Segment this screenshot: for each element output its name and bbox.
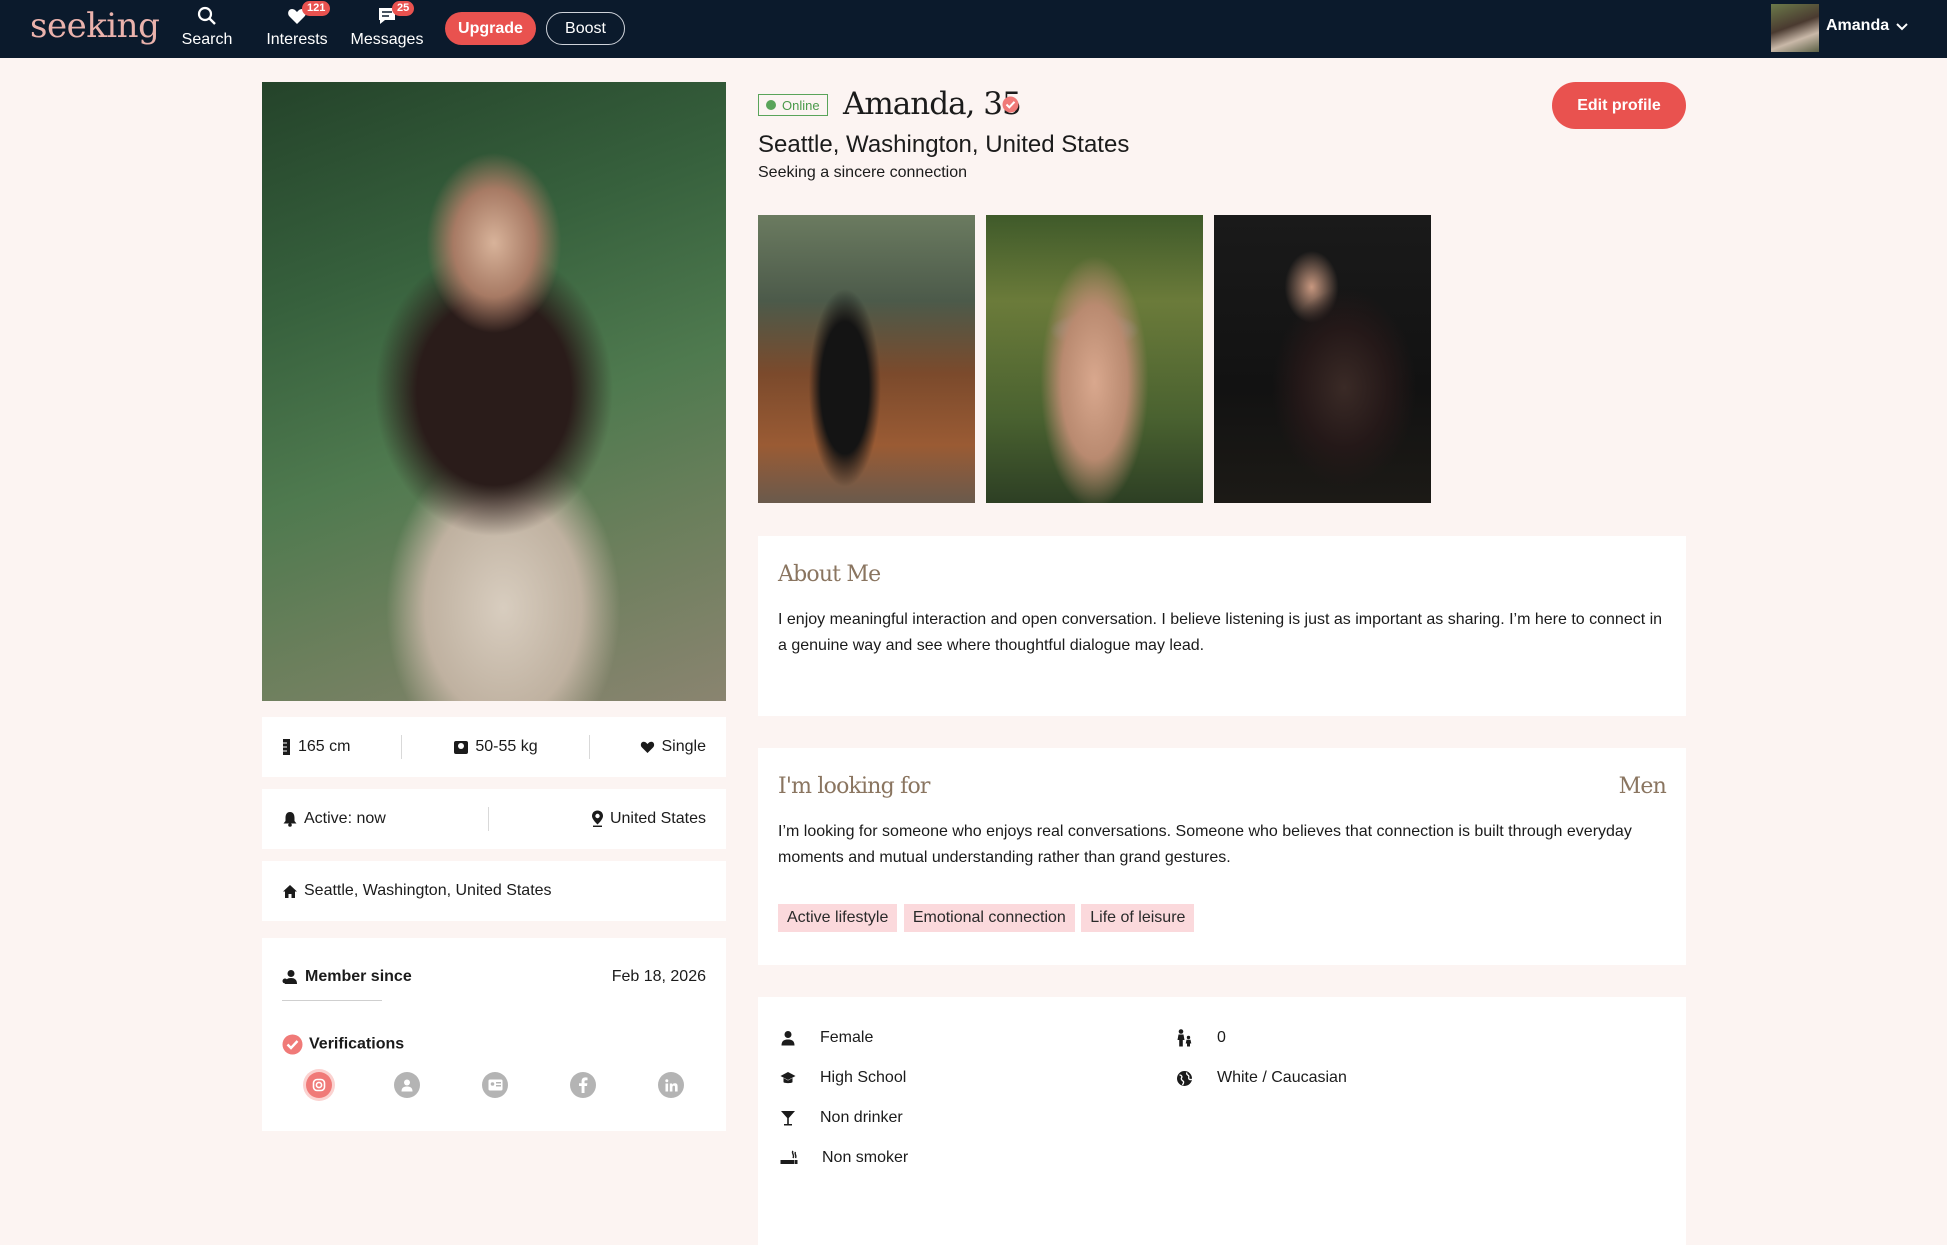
ethnicity-value: White / Caucasian	[1217, 1069, 1347, 1086]
body-stats-card: 165 cm 50-55 kg Single	[262, 717, 726, 777]
profile-tagline: Seeking a sincere connection	[758, 164, 968, 181]
ethnicity-attribute: White / Caucasian	[1176, 1069, 1347, 1087]
user-group-icon	[282, 969, 297, 984]
profile-name-age: Amanda, 35	[843, 86, 1022, 122]
drinking-value: Non drinker	[820, 1109, 903, 1126]
nav-interests[interactable]: 121 Interests	[252, 1, 342, 49]
user-name[interactable]: Amanda	[1826, 17, 1889, 35]
home-location: Seattle, Washington, United States	[304, 882, 552, 899]
divider	[588, 735, 590, 759]
parent-child-icon	[1177, 1029, 1192, 1047]
about-me-title: About Me	[778, 562, 881, 587]
weight-value: 50-55 kg	[475, 738, 538, 755]
verifications-label: Verifications	[309, 1035, 405, 1053]
interest-tag: Emotional connection	[903, 904, 1075, 932]
gender-attribute: Female	[780, 1029, 873, 1047]
avatar[interactable]	[1771, 4, 1819, 52]
upgrade-button[interactable]: Upgrade	[445, 12, 536, 45]
verification-icons	[306, 1072, 684, 1098]
details-panel: Female High School Non drinker Non smoke…	[758, 997, 1686, 1245]
instagram-icon[interactable]	[306, 1072, 332, 1098]
cigarette-icon	[780, 1150, 798, 1164]
online-label: Online	[782, 97, 820, 113]
nav-messages[interactable]: 25 Messages	[342, 1, 432, 49]
divider	[487, 807, 489, 831]
weight-stat: 50-55 kg	[453, 738, 538, 756]
relationship-status: Single	[661, 738, 706, 755]
heart-icon: 121	[252, 1, 342, 28]
boost-button[interactable]: Boost	[546, 12, 625, 45]
activity-card: Active: now United States	[262, 789, 726, 849]
scale-icon	[454, 740, 469, 754]
logo[interactable]: seeking	[30, 6, 160, 46]
nav-messages-label: Messages	[350, 31, 424, 48]
height-stat: 165 cm	[282, 738, 350, 756]
id-card-icon[interactable]	[482, 1072, 508, 1098]
bell-icon	[283, 811, 297, 827]
profile-location: Seattle, Washington, United States	[758, 131, 1130, 158]
looking-for-title: I'm looking for	[778, 774, 930, 799]
location-pin-icon	[591, 810, 603, 828]
home-card: Seattle, Washington, United States	[262, 861, 726, 921]
graduation-cap-icon	[780, 1072, 796, 1084]
looking-for-text: I’m looking for someone who enjoys real …	[778, 823, 1632, 866]
search-icon	[162, 6, 252, 28]
facebook-icon[interactable]	[570, 1072, 596, 1098]
country-value: United States	[609, 810, 706, 827]
active-stat: Active: now	[282, 810, 386, 828]
online-badge: Online	[758, 94, 828, 116]
verified-check-icon	[1002, 96, 1019, 118]
country-stat: United States	[591, 810, 706, 828]
profile-photo-thumbnail[interactable]	[758, 215, 975, 503]
profile-photo-thumbnail[interactable]	[986, 215, 1203, 503]
children-value: 0	[1217, 1029, 1226, 1046]
user-icon[interactable]	[394, 1072, 420, 1098]
interest-tag: Life of leisure	[1081, 904, 1195, 932]
profile-photo-thumbnail[interactable]	[1214, 215, 1431, 503]
home-icon	[283, 884, 297, 898]
linkedin-icon[interactable]	[658, 1072, 684, 1098]
interest-tag: Active lifestyle	[778, 904, 898, 932]
status-stat: Single	[640, 738, 706, 756]
smoking-value: Non smoker	[822, 1149, 909, 1166]
height-value: 165 cm	[298, 738, 351, 755]
verified-check-icon	[282, 1034, 303, 1055]
interests-badge: 121	[302, 1, 331, 16]
interest-tags: Active lifestyle Emotional connection Li…	[778, 904, 1196, 932]
active-value: Active: now	[304, 810, 386, 827]
education-attribute: High School	[780, 1069, 906, 1087]
education-value: High School	[820, 1069, 907, 1086]
person-icon	[781, 1031, 795, 1046]
nav-interests-label: Interests	[266, 31, 328, 48]
gender-value: Female	[820, 1029, 874, 1046]
messages-badge: 25	[392, 1, 415, 16]
cocktail-glass-icon	[781, 1111, 795, 1126]
online-dot	[766, 100, 776, 110]
globe-icon	[1177, 1070, 1193, 1086]
about-me-panel: About Me I enjoy meaningful interaction …	[758, 536, 1686, 716]
ruler-icon	[283, 738, 290, 755]
nav-search[interactable]: Search	[162, 6, 252, 49]
looking-for-target: Men	[1618, 774, 1667, 799]
drinking-attribute: Non drinker	[780, 1109, 903, 1127]
divider	[282, 1000, 382, 1001]
member-since-label-wrap: Member since	[282, 968, 412, 986]
main-profile-photo[interactable]	[262, 82, 726, 701]
top-nav: seeking Search 121 Interests 25 Messages…	[0, 0, 1947, 58]
member-since-value: Feb 18, 2026	[611, 968, 706, 985]
member-since-label: Member since	[305, 968, 412, 985]
membership-card: Member since Feb 18, 2026 Verifications	[262, 938, 726, 1131]
looking-for-panel: I'm looking for Men I’m looking for some…	[758, 748, 1686, 965]
edit-profile-button[interactable]: Edit profile	[1552, 82, 1686, 129]
divider	[401, 735, 403, 759]
chat-icon: 25	[342, 1, 432, 28]
heart-icon	[641, 741, 655, 753]
chevron-down-icon[interactable]	[1895, 16, 1909, 41]
nav-search-label: Search	[181, 31, 233, 48]
children-attribute: 0	[1176, 1029, 1226, 1047]
smoking-attribute: Non smoker	[780, 1149, 908, 1167]
about-me-text: I enjoy meaningful interaction and open …	[778, 611, 1663, 654]
verifications-heading: Verifications	[282, 1034, 404, 1055]
